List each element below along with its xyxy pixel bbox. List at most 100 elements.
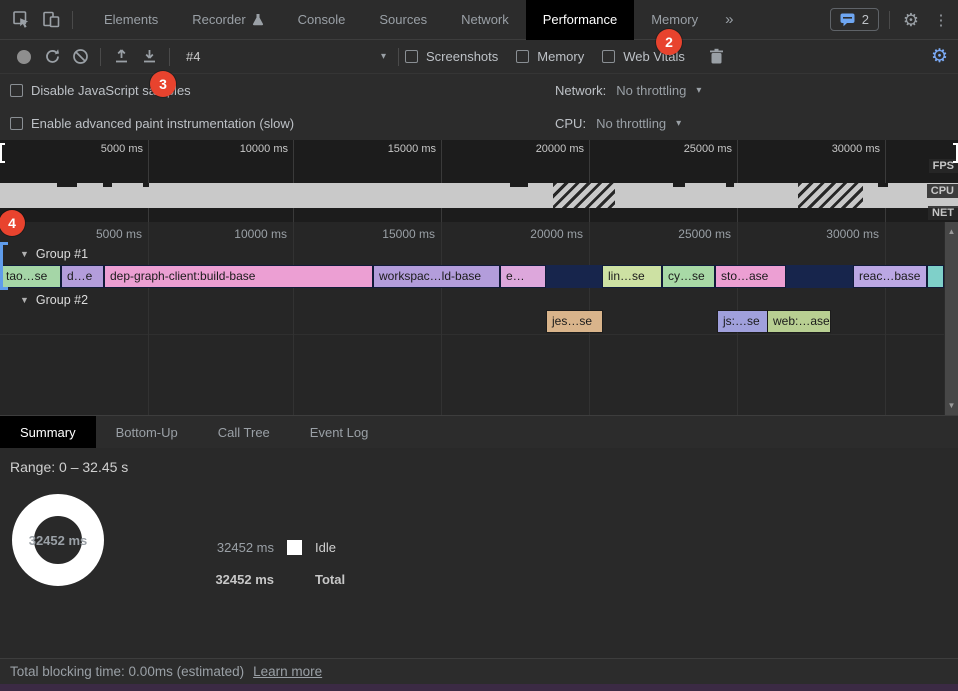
timeline-bar[interactable]: web:…ase — [768, 311, 830, 332]
track-row-group-1[interactable]: tao…sed…edep-graph-client:build-basework… — [0, 265, 944, 288]
record-button[interactable] — [10, 43, 38, 71]
capture-settings-gear-icon[interactable]: ⚙ — [931, 47, 948, 66]
checkbox-memory[interactable]: Memory — [516, 49, 584, 64]
group-name: Group #1 — [36, 247, 88, 261]
cpu-idle-notch — [673, 183, 685, 187]
tab-network[interactable]: Network — [444, 0, 526, 40]
detail-tab-event-log[interactable]: Event Log — [290, 416, 389, 448]
divider — [72, 11, 73, 29]
timeline-bar[interactable]: workspac…ld-base — [374, 266, 499, 287]
record-icon — [17, 50, 31, 64]
scroll-down-icon[interactable]: ▼ — [945, 401, 958, 410]
timeline-bar[interactable]: reac…base — [854, 266, 926, 287]
timeline-bar[interactable]: sto…ase — [716, 266, 785, 287]
ruler-tick-line — [885, 140, 886, 222]
ruler-tick-line — [441, 140, 442, 222]
save-profile-icon[interactable] — [135, 43, 163, 71]
tab-console[interactable]: Console — [281, 0, 363, 40]
timeline-overview[interactable]: 5000 ms10000 ms15000 ms20000 ms25000 ms3… — [0, 140, 958, 222]
checkbox-box[interactable] — [602, 50, 615, 63]
notification-badge: 4 — [0, 210, 25, 236]
timeline-bar[interactable]: e… — [501, 266, 545, 287]
ruler-tick-line — [737, 140, 738, 222]
reload-and-record-button[interactable] — [38, 43, 66, 71]
flame-chart[interactable]: ▲ ▼ 5000 ms10000 ms15000 ms20000 ms25000… — [0, 222, 958, 415]
overview-left-handle[interactable] — [0, 143, 5, 163]
clear-recording-icon[interactable] — [66, 43, 94, 71]
detail-tab-summary[interactable]: Summary — [0, 416, 96, 448]
legend-spacer — [287, 572, 302, 587]
detail-tab-bottom-up[interactable]: Bottom-Up — [96, 416, 198, 448]
timeline-bar[interactable]: tao…se — [1, 266, 60, 287]
overview-cpu-band — [0, 183, 958, 208]
group-selection-bracket — [0, 242, 8, 290]
load-profile-icon[interactable] — [107, 43, 135, 71]
cpu-unattributed-hatch — [553, 183, 615, 208]
vertical-scrollbar[interactable]: ▲ ▼ — [944, 222, 958, 415]
scroll-up-icon[interactable]: ▲ — [945, 227, 958, 236]
ruler-tick-line — [589, 140, 590, 222]
group-name: Group #2 — [36, 293, 88, 307]
network-value: No throttling — [616, 83, 686, 98]
timeline-bar[interactable]: dep-graph-client:build-base — [105, 266, 372, 287]
checkbox-label: Screenshots — [426, 49, 498, 64]
checkbox-box[interactable] — [10, 117, 23, 130]
tab-sources[interactable]: Sources — [362, 0, 444, 40]
collapse-triangle-icon[interactable]: ▼ — [20, 249, 29, 259]
panel-tabs: Elements RecorderConsoleSources Network Per… — [87, 0, 715, 40]
group-header-group-1[interactable]: ▼ Group #1 — [0, 245, 944, 263]
ruler-tick-label: 10000 ms — [234, 227, 287, 241]
cpu-value: No throttling — [596, 116, 666, 131]
tab-label: Elements — [104, 12, 158, 27]
inspect-element-icon[interactable] — [6, 5, 36, 35]
ruler-tick-line — [293, 140, 294, 222]
timeline-bar[interactable]: cy…se — [663, 266, 714, 287]
timeline-bar[interactable] — [928, 266, 943, 287]
network-label: Network: — [555, 83, 606, 98]
learn-more-link[interactable]: Learn more — [253, 664, 322, 679]
recording-history-select[interactable]: #4 ▾ — [180, 45, 392, 69]
collapse-triangle-icon[interactable]: ▼ — [20, 295, 29, 305]
checkbox-label: Memory — [537, 49, 584, 64]
toolbar-checkboxes: ScreenshotsMemoryWeb Vitals — [405, 49, 703, 64]
notification-badge: 2 — [656, 29, 682, 55]
chevron-down-icon: ▾ — [381, 51, 386, 62]
device-toolbar-icon[interactable] — [36, 5, 66, 35]
checkbox-box[interactable] — [405, 50, 418, 63]
tab-label: Memory — [651, 12, 698, 27]
blocking-time-text: Total blocking time: 0.00ms (estimated) — [10, 664, 244, 679]
checkbox-box[interactable] — [516, 50, 529, 63]
kebab-menu-icon[interactable]: ⋮ — [926, 5, 956, 35]
issues-button[interactable]: 2 — [830, 8, 879, 31]
ruler-tick-label: 5000 ms — [96, 227, 142, 241]
desktop-strip — [0, 684, 958, 691]
settings-gear-icon[interactable]: ⚙ — [896, 5, 926, 35]
tab-elements[interactable]: Elements — [87, 0, 175, 40]
detail-tab-call-tree[interactable]: Call Tree — [198, 416, 290, 448]
legend-label: Total — [315, 572, 345, 587]
tab-label: Network — [461, 12, 509, 27]
checkbox-screenshots[interactable]: Screenshots — [405, 49, 498, 64]
group-header-group-2[interactable]: ▼ Group #2 — [0, 291, 944, 309]
track-row-group-2[interactable]: jes…se js:…seweb:…ase — [0, 310, 944, 333]
more-tabs-button[interactable]: » — [715, 11, 743, 28]
checkbox-box[interactable] — [10, 84, 23, 97]
timeline-bar[interactable]: d…e — [62, 266, 103, 287]
lane-label-cpu: CPU — [927, 184, 958, 198]
cpu-throttling-select[interactable]: CPU: No throttling ▾ — [555, 116, 681, 131]
tab-recorder[interactable]: Recorder — [175, 0, 280, 40]
garbage-collect-icon[interactable] — [703, 43, 731, 71]
cpu-idle-notch — [103, 183, 112, 187]
donut-center-value: 32452 ms — [0, 472, 126, 608]
ruler-tick-label: 15000 ms — [382, 227, 435, 241]
ruler-tick-label: 25000 ms — [678, 227, 731, 241]
advanced-paint-checkbox[interactable]: Enable advanced paint instrumentation (s… — [10, 116, 294, 131]
timeline-bar[interactable]: jes…se — [547, 311, 602, 332]
divider — [889, 11, 890, 29]
tab-performance[interactable]: Performance — [526, 0, 634, 40]
timeline-bar[interactable]: js:…se — [718, 311, 767, 332]
network-throttling-select[interactable]: Network: No throttling ▾ — [555, 83, 701, 98]
overview-right-handle[interactable] — [953, 143, 958, 163]
ruler-tick-label: 20000 ms — [536, 143, 584, 155]
timeline-bar[interactable]: lin…se — [603, 266, 661, 287]
